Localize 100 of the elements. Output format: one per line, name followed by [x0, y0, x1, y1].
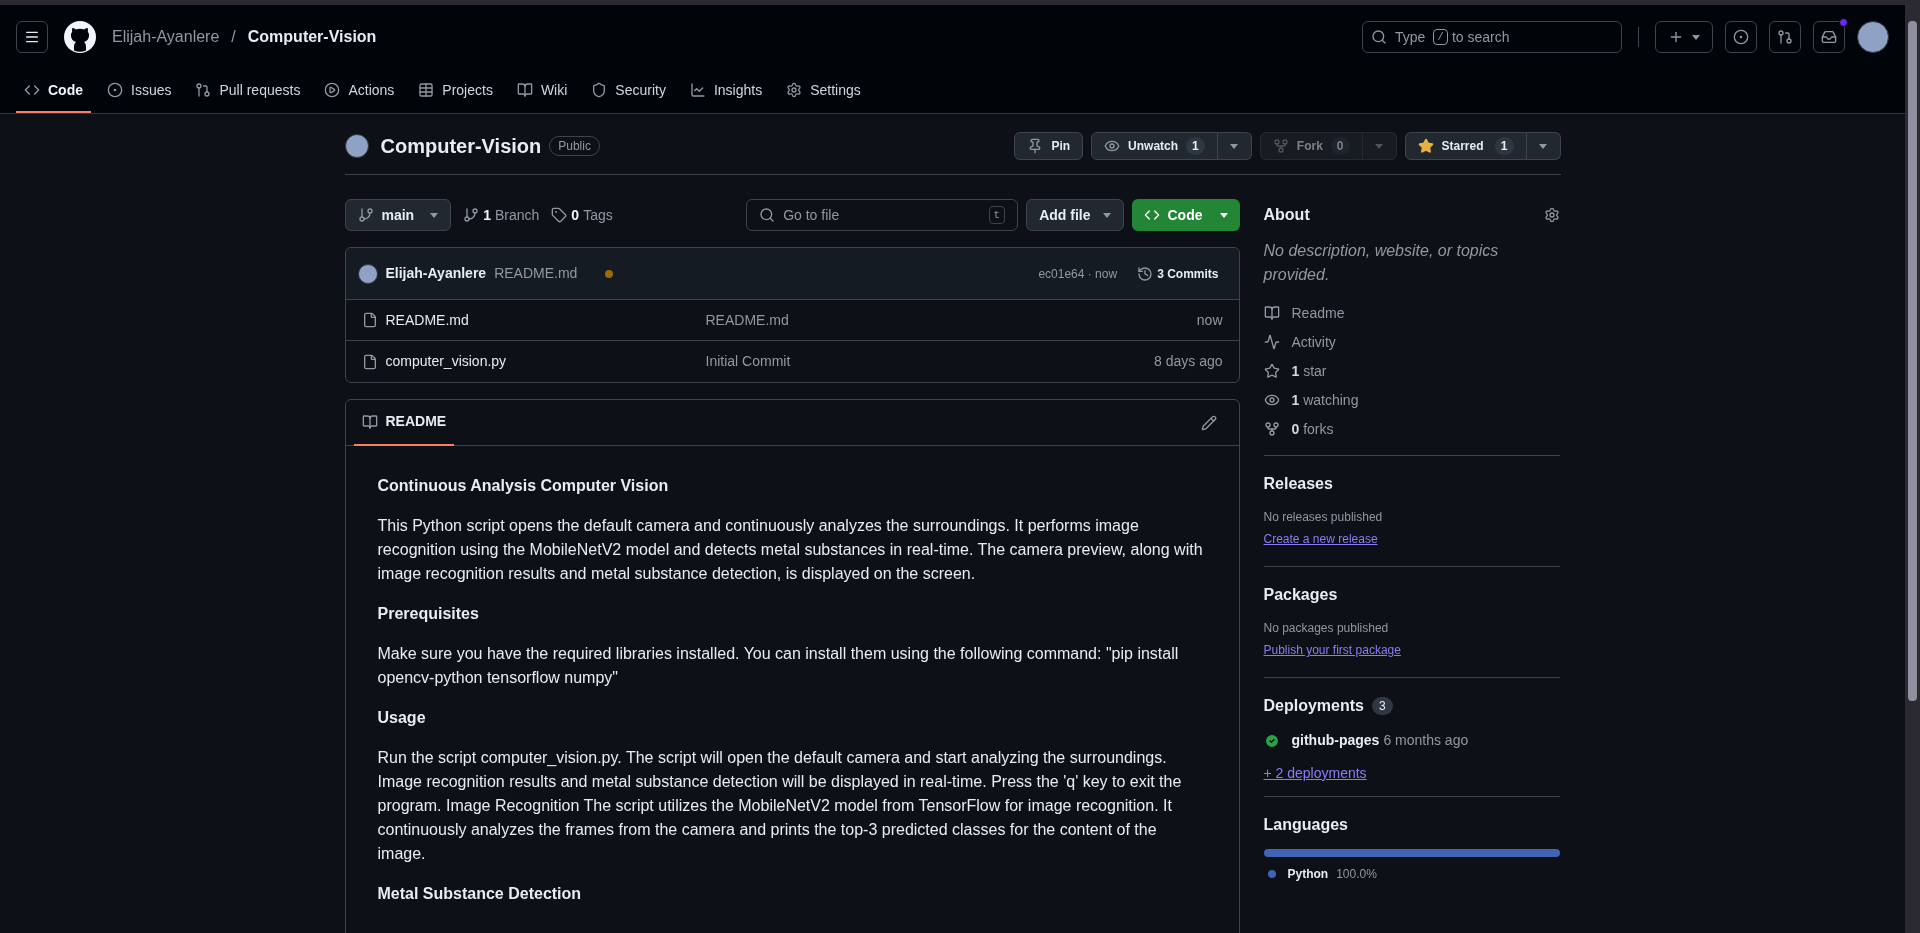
nav-tab[interactable]: Security — [583, 69, 674, 113]
avatar — [357, 263, 378, 284]
commit-message[interactable]: Initial Commit — [705, 351, 791, 372]
caret-icon — [1102, 212, 1111, 218]
pull-requests-button[interactable] — [1769, 21, 1801, 53]
search-icon — [759, 207, 776, 223]
about-link[interactable]: Activity — [1263, 332, 1560, 352]
commit-message[interactable]: README.md — [494, 263, 578, 284]
about-link[interactable]: 1 watching — [1263, 390, 1560, 410]
branch-icon — [357, 207, 374, 223]
deployment-time: 6 months ago — [1383, 731, 1469, 750]
book-icon — [361, 413, 378, 430]
plus-icon — [1668, 29, 1684, 45]
shortcut-key: t — [988, 205, 1006, 225]
about-link[interactable]: Readme — [1263, 303, 1560, 323]
nav-tab[interactable]: Projects — [410, 69, 501, 113]
section-heading: Releases — [1263, 474, 1334, 494]
readme-heading: Metal Substance Detection — [377, 884, 583, 904]
about-description: No description, website, or topics provided. — [1263, 241, 1500, 285]
section-note: No releases published — [1263, 509, 1384, 526]
commit-author[interactable]: Elijah-Ayanlere — [385, 263, 487, 284]
caret-icon — [1230, 143, 1239, 149]
nav-tab[interactable]: Settings — [778, 69, 869, 113]
commits-link[interactable]: 3 Commits — [1137, 264, 1219, 283]
add-file-button[interactable]: Add file — [1026, 199, 1124, 231]
readme-paragraph: This Python script opens the default camera and continuously analyzes the surroundings. It performs image recognition using the MobileNetV2 model and detects metal substances in real-time. The camera preview, along with image recognition results and metal substance detection, is displayed on the screen. — [377, 516, 1204, 584]
avatar — [344, 134, 369, 158]
readme-heading: Usage — [377, 708, 427, 728]
history-icon — [1137, 265, 1154, 282]
breadcrumb-separator: / — [231, 27, 236, 47]
eye-icon — [1263, 392, 1280, 408]
fork-icon — [1272, 138, 1289, 154]
pencil-icon — [1200, 414, 1217, 431]
book-icon — [516, 82, 533, 98]
owner-link[interactable]: Elijah-Ayanlere — [112, 25, 220, 49]
circle-dot-icon — [1733, 29, 1749, 45]
avatar — [1857, 21, 1889, 53]
file-time: 8 days ago — [1154, 352, 1223, 371]
go-to-file-placeholder: Go to file — [783, 205, 841, 225]
shortcut-key: / — [1433, 29, 1448, 45]
create-button[interactable] — [1655, 21, 1713, 53]
go-to-file-field[interactable]: Go to file t — [746, 199, 1019, 231]
file-name[interactable]: README.md — [385, 309, 706, 331]
search-field[interactable]: Type / to search — [1362, 21, 1622, 53]
line-chart-icon — [689, 82, 706, 98]
language-percent: 100.0% — [1336, 866, 1377, 883]
caret-icon — [1375, 143, 1383, 149]
logo-icon — [64, 21, 96, 53]
inbox-button[interactable] — [1813, 21, 1845, 53]
readme-heading: Continuous Analysis Computer Vision — [377, 476, 670, 496]
language-name: Python — [1287, 866, 1329, 883]
deployment-name[interactable]: github-pages — [1291, 730, 1380, 751]
tags-link[interactable]: 0 Tags — [551, 204, 613, 226]
caret-icon — [430, 212, 439, 218]
section-heading: Deployments — [1263, 696, 1364, 716]
section-link[interactable]: Create a new release — [1263, 532, 1378, 546]
nav-tab[interactable]: Wiki — [508, 69, 576, 113]
commit-hash-time: ec01e64 · now — [1038, 265, 1118, 283]
section-link[interactable]: Publish your first package — [1263, 643, 1401, 657]
branch-button[interactable]: main — [344, 199, 452, 231]
count-label: 1 — [1186, 137, 1205, 155]
nav-tab[interactable]: Insights — [681, 69, 771, 113]
repo-title: Computer-Vision — [380, 134, 542, 159]
menu-button[interactable] — [16, 21, 48, 53]
file-name[interactable]: computer_vision.py — [385, 351, 706, 372]
shield-icon — [591, 82, 608, 98]
nav-tab[interactable]: Issues — [99, 69, 180, 113]
eye-icon — [1104, 138, 1121, 154]
readme-tab[interactable]: README — [353, 399, 455, 446]
star-icon — [1417, 138, 1434, 154]
nav-tab[interactable]: Actions — [316, 69, 403, 113]
about-link[interactable]: 1 star — [1263, 361, 1560, 381]
count-label: 0 — [1330, 137, 1350, 155]
fork-icon — [1263, 421, 1280, 437]
more-deployments-link[interactable]: + 2 deployments — [1263, 763, 1367, 784]
scrollbar[interactable] — [1905, 5, 1920, 933]
scrollbar-thumb[interactable] — [1908, 21, 1917, 701]
pull-request-icon — [195, 82, 212, 98]
repo-link[interactable]: Computer-Vision — [247, 25, 377, 49]
table-icon — [418, 82, 435, 98]
pin-button[interactable]: Pin — [1014, 132, 1084, 160]
search-placeholder: to search — [1451, 27, 1510, 47]
issues-button[interactable] — [1725, 21, 1757, 53]
caret-icon — [1539, 143, 1547, 149]
watch-button[interactable]: Unwatch 1 — [1091, 132, 1218, 160]
readme-heading: Prerequisites — [377, 604, 480, 624]
about-link[interactable]: 0 forks — [1263, 419, 1560, 439]
commit-message[interactable]: README.md — [705, 309, 789, 331]
code-button[interactable]: Code — [1131, 199, 1240, 231]
nav-tab[interactable]: Pull requests — [187, 69, 309, 113]
menu-icon — [24, 29, 40, 45]
branches-link[interactable]: 1 Branch — [463, 204, 540, 226]
gear-icon[interactable] — [1543, 207, 1560, 223]
inbox-icon — [1821, 29, 1837, 45]
nav-tab[interactable]: Code — [16, 69, 91, 113]
file-icon — [361, 312, 378, 328]
star-button[interactable]: Starred 1 — [1404, 132, 1527, 160]
caret-icon — [1219, 212, 1228, 218]
pull-request-icon — [1777, 29, 1793, 45]
code-icon — [1143, 207, 1160, 223]
